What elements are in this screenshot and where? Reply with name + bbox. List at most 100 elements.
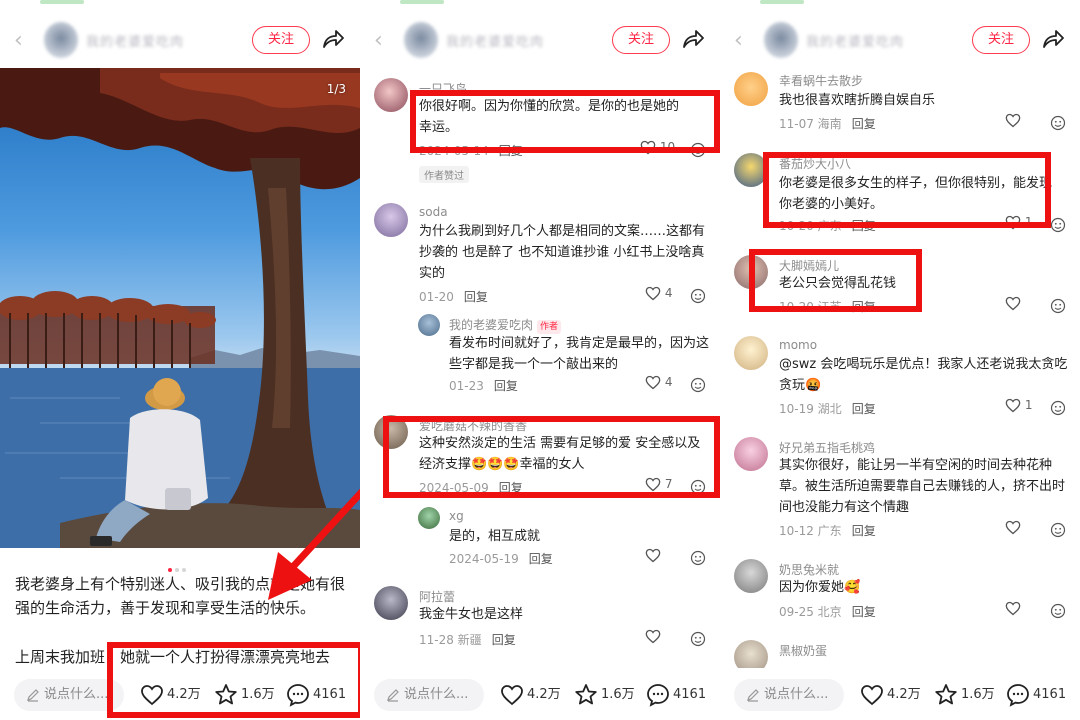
comment-like[interactable]: 1	[1005, 398, 1045, 413]
emoji-react-icon[interactable]	[1050, 217, 1066, 233]
collect-button[interactable]: 1.6万	[934, 682, 995, 708]
comment-username[interactable]: momo	[779, 338, 817, 352]
comment-username[interactable]: 好兄弟五指毛桃鸡	[779, 439, 875, 456]
comment-input[interactable]: 说点什么...	[374, 679, 484, 711]
reply-link[interactable]: 回复	[492, 633, 516, 647]
heart-icon	[1005, 113, 1021, 128]
comment-date: 11-07 海南	[779, 117, 842, 131]
collect-count: 1.6万	[961, 687, 995, 702]
share-icon[interactable]	[1040, 26, 1066, 52]
avatar[interactable]	[374, 586, 408, 620]
emoji-react-icon[interactable]	[1050, 522, 1066, 538]
comment-like[interactable]: 4	[645, 286, 685, 301]
author-avatar[interactable]	[404, 22, 438, 58]
back-chevron-icon[interactable]: ‹	[734, 30, 752, 52]
heart-icon	[861, 684, 883, 705]
author-name[interactable]: 我的老婆爱吃肉	[806, 31, 904, 50]
author-avatar[interactable]	[764, 22, 798, 58]
avatar[interactable]	[418, 507, 440, 529]
back-chevron-icon[interactable]: ‹	[14, 30, 32, 52]
bottom-action-bar: 说点什么... 4.2万 1.6万 4161	[720, 668, 1080, 720]
comment-like[interactable]	[1005, 113, 1045, 128]
author-name[interactable]: 我的老婆爱吃肉	[446, 31, 544, 50]
image-page-indicator: 1/3	[326, 82, 346, 96]
reply-link[interactable]: 回复	[494, 379, 518, 393]
comment-date: 11-28 新疆	[419, 633, 482, 647]
share-icon[interactable]	[680, 26, 706, 52]
follow-button[interactable]: 关注	[252, 26, 310, 54]
reply-link[interactable]: 回复	[852, 605, 876, 619]
follow-button[interactable]: 关注	[972, 26, 1030, 54]
post-panel: ‹ 我的老婆爱吃肉 关注 1/3 我老婆身上有个特别迷人、吸引我的点就是她有很强…	[0, 0, 360, 720]
share-icon[interactable]	[320, 26, 346, 52]
avatar[interactable]	[734, 437, 768, 471]
comment-like[interactable]	[1005, 601, 1045, 616]
comment-text: 其实你很好，能让另一半有空闲的时间去种花种草。被生活所迫需要靠自己去赚钱的人，挤…	[779, 458, 1066, 515]
comment-text: 我金牛女也是这样	[419, 607, 524, 622]
author-name[interactable]: 我的老婆爱吃肉	[86, 31, 184, 50]
emoji-react-icon[interactable]	[690, 288, 706, 304]
star-icon	[935, 684, 957, 705]
emoji-react-icon[interactable]	[1050, 298, 1066, 314]
like-button[interactable]: 4.2万	[860, 682, 921, 708]
star-icon	[575, 684, 597, 705]
emoji-react-icon[interactable]	[690, 550, 706, 566]
emoji-react-icon[interactable]	[1050, 400, 1066, 416]
avatar[interactable]	[374, 78, 408, 112]
comment-like[interactable]	[645, 548, 685, 563]
comment-count: 4161	[673, 687, 707, 702]
post-header: ‹ 我的老婆爱吃肉 关注	[360, 0, 720, 68]
comment-username[interactable]: soda	[419, 205, 448, 219]
reply-username-text: 我的老婆爱吃肉	[449, 318, 534, 332]
emoji-react-icon[interactable]	[1050, 115, 1066, 131]
reply-link[interactable]: 回复	[852, 117, 876, 131]
emoji-react-icon[interactable]	[1050, 603, 1066, 619]
comment-username[interactable]: 阿拉蕾	[419, 588, 455, 605]
pen-icon	[747, 689, 759, 702]
reply-link[interactable]: 回复	[464, 290, 488, 304]
heart-icon	[645, 629, 661, 644]
avatar[interactable]	[734, 72, 768, 106]
status-strip	[40, 0, 84, 4]
annotation-box	[107, 642, 360, 718]
status-strip	[400, 0, 444, 4]
collect-button[interactable]: 1.6万	[574, 682, 635, 708]
comment-like[interactable]: 4	[645, 375, 685, 390]
heart-icon	[1005, 601, 1021, 616]
follow-button[interactable]: 关注	[612, 26, 670, 54]
comment-date: 10-19 湖北	[779, 402, 842, 416]
comment-button[interactable]: 4161	[646, 682, 706, 708]
reply-link[interactable]: 回复	[852, 402, 876, 416]
avatar[interactable]	[734, 336, 768, 370]
like-count: 1	[1024, 398, 1033, 412]
comment-like[interactable]	[645, 629, 685, 644]
comment-meta: 09-25 北京 回复	[779, 603, 876, 620]
like-count: 4.2万	[527, 687, 561, 702]
avatar[interactable]	[734, 559, 768, 593]
comment-username[interactable]: 黑椒奶蛋	[779, 642, 827, 659]
back-chevron-icon[interactable]: ‹	[374, 30, 392, 52]
annotation-box	[410, 90, 720, 153]
reply-link[interactable]: 回复	[529, 552, 553, 566]
avatar[interactable]	[374, 203, 408, 237]
comment-date: 09-25 北京	[779, 605, 842, 619]
comment-username[interactable]: 奶思兔米就	[779, 561, 839, 578]
comments-panel-2: ‹ 我的老婆爱吃肉 关注 幸看蜗牛去散步 我也很喜欢瞎折腾自娱自乐 11-07 …	[720, 0, 1080, 720]
avatar[interactable]	[418, 314, 440, 336]
comment-button[interactable]: 4161	[1006, 682, 1066, 708]
status-strip	[760, 0, 804, 4]
reply-link[interactable]: 回复	[852, 524, 876, 538]
reply-username[interactable]: xg	[449, 509, 464, 523]
author-avatar[interactable]	[44, 22, 78, 58]
comment-date: 2024-05-19	[449, 552, 519, 566]
reply-username[interactable]: 我的老婆爱吃肉 作者	[449, 316, 562, 334]
post-header: ‹ 我的老婆爱吃肉 关注	[0, 0, 360, 68]
comment-like[interactable]	[1005, 296, 1045, 311]
emoji-react-icon[interactable]	[690, 377, 706, 393]
comment-count: 4161	[1033, 687, 1067, 702]
comment-like[interactable]	[1005, 520, 1045, 535]
comment-input[interactable]: 说点什么...	[734, 679, 844, 711]
like-button[interactable]: 4.2万	[500, 682, 561, 708]
emoji-react-icon[interactable]	[690, 631, 706, 647]
comment-username[interactable]: 幸看蜗牛去散步	[779, 72, 863, 89]
